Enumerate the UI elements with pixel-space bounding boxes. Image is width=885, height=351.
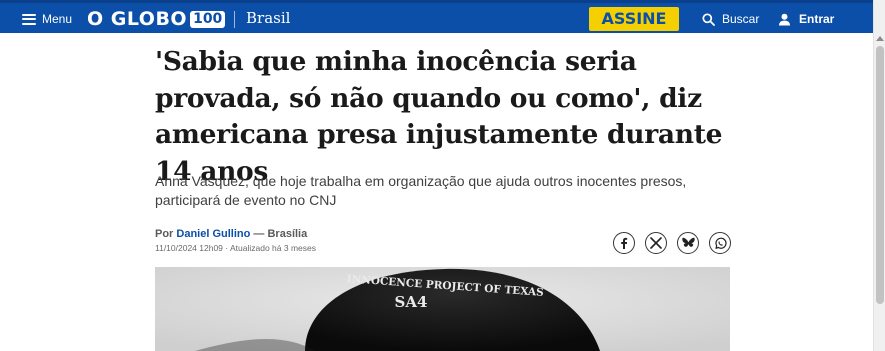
byline-location: — Brasília — [253, 228, 308, 240]
author-link[interactable]: Daniel Gullino — [176, 228, 250, 240]
site-logo[interactable]: O GLOBO 100 — [87, 7, 226, 31]
search-button[interactable]: Buscar — [702, 10, 759, 28]
header-divider — [234, 11, 235, 28]
cap-embroidery-line2: SA4 — [395, 293, 428, 311]
search-label: Buscar — [722, 12, 760, 26]
scroll-up-arrow-icon[interactable] — [876, 36, 884, 41]
scrollbar-thumb[interactable] — [876, 46, 884, 304]
article-hero-image: INNOCENCE PROJECT OF TEXAS SA4 — [155, 267, 730, 351]
login-label: Entrar — [799, 12, 835, 26]
share-x-button[interactable] — [645, 232, 667, 254]
top-navigation-bar: Menu O GLOBO 100 Brasil ASSINE Buscar En… — [0, 0, 885, 33]
article-dateline: 11/10/2024 12h09 · Atualizado há 3 meses — [155, 243, 316, 253]
article-byline: Por Daniel Gullino — Brasília — [155, 228, 307, 240]
share-facebook-button[interactable] — [613, 232, 635, 254]
article-headline: 'Sabia que minha inocência seria provada… — [155, 46, 723, 187]
article-subtitle: Anna Vasquez, que hoje trabalha em organ… — [155, 173, 687, 208]
share-whatsapp-button[interactable] — [709, 232, 731, 254]
user-icon — [779, 13, 790, 25]
byline-prefix: Por — [155, 228, 174, 240]
whatsapp-icon — [714, 237, 727, 249]
section-link-brasil[interactable]: Brasil — [246, 9, 290, 27]
share-bluesky-button[interactable] — [677, 232, 699, 254]
page-scrollbar[interactable] — [873, 0, 885, 351]
hamburger-icon — [22, 13, 36, 25]
share-buttons — [613, 232, 731, 254]
menu-label: Menu — [42, 12, 73, 26]
search-icon — [702, 12, 715, 26]
hero-photo-cap: INNOCENCE PROJECT OF TEXAS SA4 — [155, 267, 730, 351]
subscribe-button[interactable]: ASSINE — [589, 7, 679, 31]
logo-wordmark: O GLOBO — [87, 8, 188, 30]
logo-anniversary-badge: 100 — [190, 10, 226, 28]
login-button[interactable]: Entrar — [778, 10, 834, 28]
bluesky-icon — [681, 237, 695, 247]
x-icon — [650, 237, 662, 249]
menu-button[interactable]: Menu — [22, 9, 72, 29]
facebook-icon — [621, 237, 628, 249]
